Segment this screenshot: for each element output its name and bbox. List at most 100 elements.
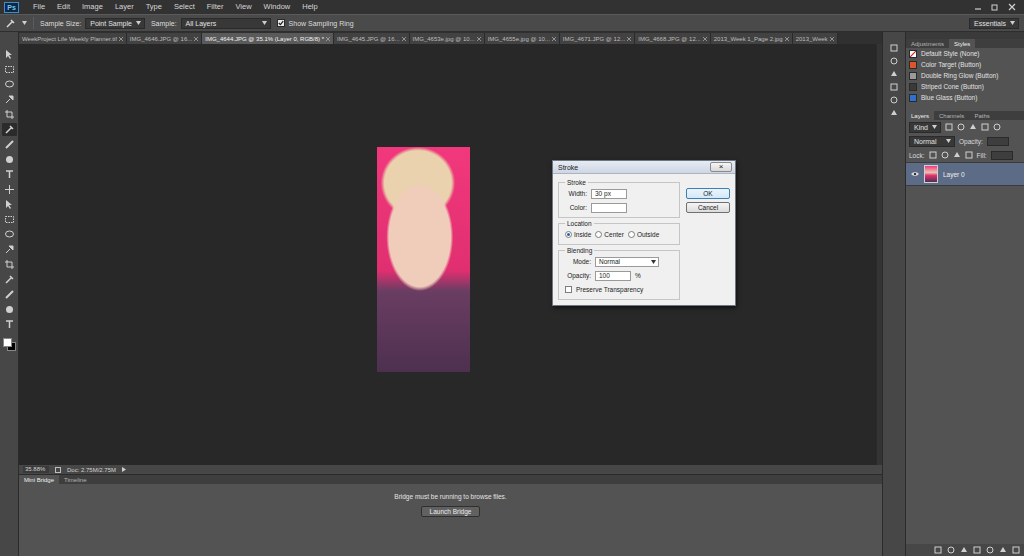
close-tab-icon[interactable] [326, 37, 330, 41]
panel-icon[interactable] [890, 57, 898, 65]
tool-button[interactable] [2, 63, 17, 76]
panel-tab[interactable]: Mini Bridge [19, 475, 59, 484]
tool-button[interactable] [2, 108, 17, 121]
style-item[interactable]: Striped Cone (Button) [906, 81, 1024, 92]
style-item[interactable]: Default Style (None) [906, 48, 1024, 59]
document-tab[interactable]: IMG_4646.JPG @ 16... [127, 33, 202, 44]
close-tab-icon[interactable] [119, 37, 123, 41]
tool-button[interactable] [2, 318, 17, 331]
filter-dropdown[interactable]: Kind [909, 122, 941, 133]
tool-button[interactable] [2, 78, 17, 91]
panel-icon[interactable] [890, 70, 898, 78]
filter-icon[interactable] [945, 123, 953, 131]
tool-button[interactable] [2, 153, 17, 166]
panel-icon[interactable] [890, 44, 898, 52]
style-item[interactable]: Color Target (Button) [906, 59, 1024, 70]
restore-icon[interactable] [991, 3, 999, 11]
minimize-icon[interactable] [974, 3, 982, 11]
location-radio[interactable]: Center [595, 231, 624, 238]
style-item[interactable]: Double Ring Glow (Button) [906, 70, 1024, 81]
document-tab[interactable]: 2013_Week [793, 33, 838, 44]
fill-field[interactable] [991, 151, 1013, 160]
location-radio[interactable]: Inside [565, 231, 591, 238]
dialog-button[interactable]: OK [686, 188, 730, 199]
tool-button[interactable] [2, 213, 17, 226]
info-icon[interactable] [55, 467, 61, 473]
tool-button[interactable] [2, 303, 17, 316]
panel-tab[interactable]: Layers [906, 111, 934, 120]
sample-size-dropdown[interactable]: Point Sample [85, 18, 145, 29]
radio-button[interactable] [628, 231, 635, 238]
layer-action-icon[interactable] [947, 546, 955, 554]
color-swatch[interactable] [591, 203, 627, 213]
blend-mode-dropdown[interactable]: Normal [909, 136, 955, 147]
zoom-field[interactable]: 35.88% [23, 466, 49, 473]
radio-button[interactable] [565, 231, 572, 238]
panel-icon[interactable] [890, 83, 898, 91]
tool-button[interactable] [2, 243, 17, 256]
menu-item[interactable]: File [27, 1, 51, 13]
panel-tab[interactable]: Paths [969, 111, 994, 120]
foreground-color[interactable] [3, 338, 12, 347]
document-tab[interactable]: IMG_4668.JPG @ 12... [635, 33, 710, 44]
tool-button[interactable] [2, 228, 17, 241]
radio-button[interactable] [595, 231, 602, 238]
tool-button[interactable] [2, 48, 17, 61]
menu-item[interactable]: Image [76, 1, 109, 13]
menu-item[interactable]: Help [296, 1, 323, 13]
menu-item[interactable]: Filter [201, 1, 230, 13]
dialog-close-button[interactable]: × [710, 162, 732, 172]
lock-icon[interactable] [965, 151, 973, 159]
document-tab[interactable]: IMG_4655e.jpg @ 10... [485, 33, 560, 44]
layer-action-icon[interactable] [986, 546, 994, 554]
layer-action-icon[interactable] [960, 546, 968, 554]
document-image[interactable] [377, 147, 470, 372]
layer-row[interactable]: Layer 0 [906, 162, 1024, 186]
style-item[interactable]: Blue Glass (Button) [906, 92, 1024, 103]
panel-icon[interactable] [890, 109, 898, 117]
preserve-transparency-checkbox[interactable] [565, 286, 572, 293]
workspace-dropdown[interactable]: Essentials [969, 18, 1019, 29]
panel-tab[interactable]: Timeline [59, 475, 91, 484]
opacity-field[interactable] [987, 137, 1009, 146]
menu-item[interactable]: Edit [51, 1, 76, 13]
close-tab-icon[interactable] [627, 37, 631, 41]
filter-icon[interactable] [993, 123, 1001, 131]
menu-item[interactable]: Window [258, 1, 297, 13]
lock-icon[interactable] [941, 151, 949, 159]
document-tab[interactable]: 2013_Week 1_Page 2.jpg [711, 33, 793, 44]
layer-action-icon[interactable] [999, 546, 1007, 554]
location-radio[interactable]: Outside [628, 231, 659, 238]
tool-button[interactable] [2, 138, 17, 151]
layer-action-icon[interactable] [934, 546, 942, 554]
tool-button[interactable] [2, 123, 17, 136]
lock-icon[interactable] [929, 151, 937, 159]
tool-button[interactable] [2, 258, 17, 271]
close-tab-icon[interactable] [830, 37, 834, 41]
preserve-transparency[interactable]: Preserve Transparency [565, 284, 673, 295]
close-tab-icon[interactable] [194, 37, 198, 41]
tool-button[interactable] [2, 273, 17, 286]
visibility-toggle[interactable] [910, 171, 919, 177]
panel-tab[interactable]: Styles [949, 39, 975, 48]
close-tab-icon[interactable] [785, 37, 789, 41]
tool-button[interactable] [2, 288, 17, 301]
menu-item[interactable]: Layer [109, 1, 140, 13]
document-tab[interactable]: WeekProject Life Weekly Planner.tif [19, 33, 127, 44]
document-tab[interactable]: IMG_4671.JPG @ 12... [560, 33, 635, 44]
panel-tab[interactable]: Channels [934, 111, 969, 120]
panel-icon[interactable] [890, 96, 898, 104]
sample-dropdown[interactable]: All Layers [181, 18, 271, 29]
menu-item[interactable]: Type [140, 1, 168, 13]
tool-button[interactable] [2, 93, 17, 106]
layer-action-icon[interactable] [1012, 546, 1020, 554]
filter-icon[interactable] [957, 123, 965, 131]
close-tab-icon[interactable] [402, 37, 406, 41]
panel-tab[interactable]: Adjustments [906, 39, 949, 48]
filter-icon[interactable] [969, 123, 977, 131]
document-tab[interactable]: IMG_4653e.jpg @ 10... [410, 33, 485, 44]
tool-button[interactable] [2, 198, 17, 211]
close-icon[interactable] [1008, 3, 1016, 11]
dock-header[interactable] [906, 32, 1024, 39]
menu-item[interactable]: Select [168, 1, 201, 13]
